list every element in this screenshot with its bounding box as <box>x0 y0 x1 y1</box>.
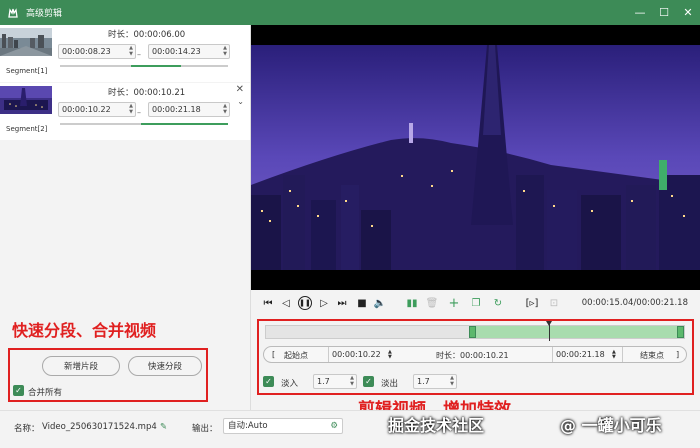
bracket-left-icon: [ <box>272 350 276 359</box>
segment-item-selected[interactable]: Segment[2] 时长：00:00:10.21 00:00:10.22 ▲ ▼… <box>0 83 250 140</box>
segment-label: Segment[2] <box>6 125 48 133</box>
playhead[interactable] <box>546 321 553 341</box>
fade-out-value: 1.7 <box>417 377 430 386</box>
segment-panel: Segment[1] 时长：00:00:06.00 00:00:08.23 ▲ ▼… <box>0 25 251 410</box>
add-icon[interactable]: + <box>447 296 461 311</box>
start-time-input[interactable]: 00:00:10.22 <box>332 350 381 359</box>
segment-item[interactable]: Segment[1] 时长：00:00:06.00 00:00:08.23 ▲ ▼… <box>0 25 250 82</box>
segment-start-time-value: 00:00:10.22 <box>62 105 111 114</box>
spinner-icon[interactable]: ▲ ▼ <box>223 45 227 57</box>
step-back-icon[interactable]: ◁ <box>279 296 293 310</box>
segment-start-time-input[interactable]: 00:00:08.23 ▲ ▼ <box>58 44 136 59</box>
output-filename: Video_250630171524.mp4 <box>42 422 157 432</box>
segment-end-time-value: 00:00:14.23 <box>152 47 201 56</box>
playback-controls: ⏮ ◁ ❚❚ ▷ ⏭ ■ 🔈 ▮▮ 🗑 + ❐ ↻ [▹] ⊡ 00:00:15… <box>251 290 700 318</box>
title-bar: 高级剪辑 — ☐ ✕ <box>0 0 700 25</box>
segment-start-time-input[interactable]: 00:00:10.22 ▲ ▼ <box>58 102 136 117</box>
playback-timecode: 00:00:15.04/00:00:21.18 <box>581 298 688 308</box>
close-icon[interactable]: ✕ <box>236 84 244 95</box>
segment-end-time-input[interactable]: 00:00:14.23 ▲ ▼ <box>148 44 230 59</box>
window-title: 高级剪辑 <box>26 9 63 19</box>
fade-in-value: 1.7 <box>317 377 330 386</box>
video-preview[interactable] <box>251 25 700 290</box>
app-logo-icon <box>6 6 20 20</box>
edit-pencil-icon[interactable]: ✎ <box>160 422 167 432</box>
segment-end-time-input[interactable]: 00:00:21.18 ▲ ▼ <box>148 102 230 117</box>
fade-out-checkbox[interactable]: ✓ <box>363 376 374 387</box>
name-label: 名称： <box>14 424 40 434</box>
end-time-input[interactable]: 00:00:21.18 <box>556 350 605 359</box>
output-label: 输出： <box>192 424 218 434</box>
gear-icon[interactable]: ⚙ <box>330 419 338 433</box>
stop-icon[interactable]: ■ <box>355 296 369 310</box>
segment-start-time-value: 00:00:08.23 <box>62 47 111 56</box>
quick-split-button[interactable]: 快速分段 <box>128 356 202 376</box>
skip-end-icon[interactable]: ⏭ <box>335 296 349 310</box>
chevron-down-icon[interactable]: ⌄ <box>237 97 244 106</box>
segment-progress-bar <box>60 123 228 125</box>
maximize-button[interactable]: ☐ <box>652 0 676 25</box>
spinner-icon[interactable]: ▲ ▼ <box>612 350 616 360</box>
divider <box>328 347 329 362</box>
copy-icon[interactable]: ❐ <box>469 296 483 310</box>
annotation-split-merge: 快速分段、合并视频 <box>12 321 157 340</box>
split-icon[interactable]: ▮▮ <box>405 296 419 310</box>
timeline-selection <box>468 326 684 338</box>
spinner-icon[interactable]: ▲ ▼ <box>350 375 354 387</box>
minimize-button[interactable]: — <box>628 0 652 25</box>
spinner-icon[interactable]: ▲ ▼ <box>450 375 454 387</box>
selection-end-handle[interactable] <box>677 326 684 338</box>
end-point-button[interactable]: 结束点 <box>640 350 664 361</box>
segment-label: Segment[1] <box>6 67 48 75</box>
add-segment-button[interactable]: 新增片段 <box>42 356 120 376</box>
segment-end-time-value: 00:00:21.18 <box>152 105 201 114</box>
selection-start-handle[interactable] <box>468 326 476 338</box>
fade-out-label: 淡出 <box>381 379 399 389</box>
spinner-icon[interactable]: ▲ ▼ <box>223 103 227 115</box>
delete-icon[interactable]: 🗑 <box>425 296 439 310</box>
step-forward-icon[interactable]: ▷ <box>317 296 331 310</box>
output-select-value: 自动:Auto <box>228 421 268 431</box>
spinner-icon[interactable]: ▲ ▼ <box>129 103 133 115</box>
range-duration: 时长：00:00:10.21 <box>436 351 509 360</box>
pause-icon[interactable]: ❚❚ <box>298 296 312 310</box>
fullscreen-icon[interactable]: ⊡ <box>547 296 561 310</box>
merge-all-checkbox[interactable]: ✓ <box>13 385 24 396</box>
timeline-track[interactable] <box>265 325 685 339</box>
fade-in-input[interactable]: 1.7 ▲ ▼ <box>313 374 357 389</box>
segment-progress-fill <box>140 123 228 125</box>
fade-out-input[interactable]: 1.7 ▲ ▼ <box>413 374 457 389</box>
segment-thumbnail <box>0 86 52 114</box>
divider <box>552 347 553 362</box>
merge-all-label: 合并所有 <box>28 388 63 398</box>
watermark-left: 掘金技术社区 <box>388 416 485 435</box>
segment-duration: 时长：00:00:10.21 <box>108 88 186 98</box>
segment-progress-fill <box>130 65 181 67</box>
segment-progress-bar <box>60 65 228 67</box>
close-button[interactable]: ✕ <box>676 0 700 25</box>
skip-start-icon[interactable]: ⏮ <box>261 296 275 310</box>
watermark-right: @ 一罐小可乐 <box>560 416 662 435</box>
range-bar: [ 起始点 00:00:10.22 ▲ ▼ 时长：00:00:10.21 00:0… <box>263 346 687 363</box>
start-point-button[interactable]: 起始点 <box>284 350 308 361</box>
snapshot-icon[interactable]: [▹] <box>525 296 539 310</box>
segment-thumbnail <box>0 28 52 56</box>
spinner-icon[interactable]: ▲ ▼ <box>388 350 392 360</box>
volume-icon[interactable]: 🔈 <box>373 296 387 310</box>
range-separator: – <box>137 50 141 59</box>
spinner-icon[interactable]: ▲ ▼ <box>129 45 133 57</box>
output-select[interactable]: 自动:Auto ⚙ <box>223 418 343 434</box>
fade-in-label: 淡入 <box>281 379 299 389</box>
segment-duration: 时长：00:00:06.00 <box>108 30 186 40</box>
fade-in-checkbox[interactable]: ✓ <box>263 376 274 387</box>
divider <box>622 347 623 362</box>
bracket-right-icon: ] <box>676 350 680 359</box>
range-separator: – <box>137 108 141 117</box>
reset-icon[interactable]: ↻ <box>491 296 505 310</box>
